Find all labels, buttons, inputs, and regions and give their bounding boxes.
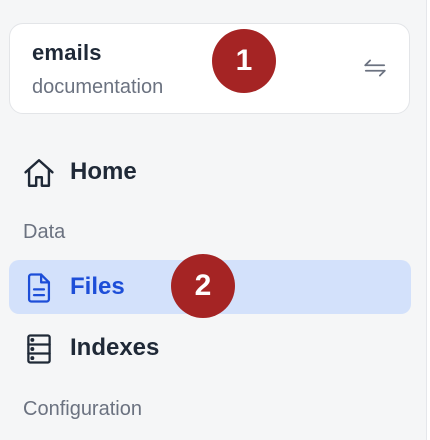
- annotation-badge-2: 2: [171, 254, 235, 318]
- sidebar-item-home[interactable]: Home: [9, 145, 411, 199]
- sidebar-item-indexes[interactable]: Indexes: [9, 321, 411, 375]
- sidebar-item-label: Home: [70, 158, 137, 185]
- workspace-name: emails: [32, 40, 102, 65]
- workspace-subtitle: documentation: [32, 76, 164, 98]
- home-icon: [24, 159, 54, 187]
- server-stack-icon: [27, 334, 51, 364]
- workspace-switcher[interactable]: emails documentation: [9, 23, 410, 114]
- swap-arrows-icon[interactable]: [362, 55, 388, 81]
- section-label-data: Data: [23, 221, 66, 243]
- sidebar-edge: [426, 0, 430, 440]
- sidebar-item-label: Indexes: [70, 334, 160, 361]
- sidebar-item-label: Files: [70, 273, 125, 300]
- section-label-configuration: Configuration: [23, 398, 142, 420]
- annotation-badge-1: 1: [212, 29, 276, 93]
- file-text-icon: [27, 273, 51, 303]
